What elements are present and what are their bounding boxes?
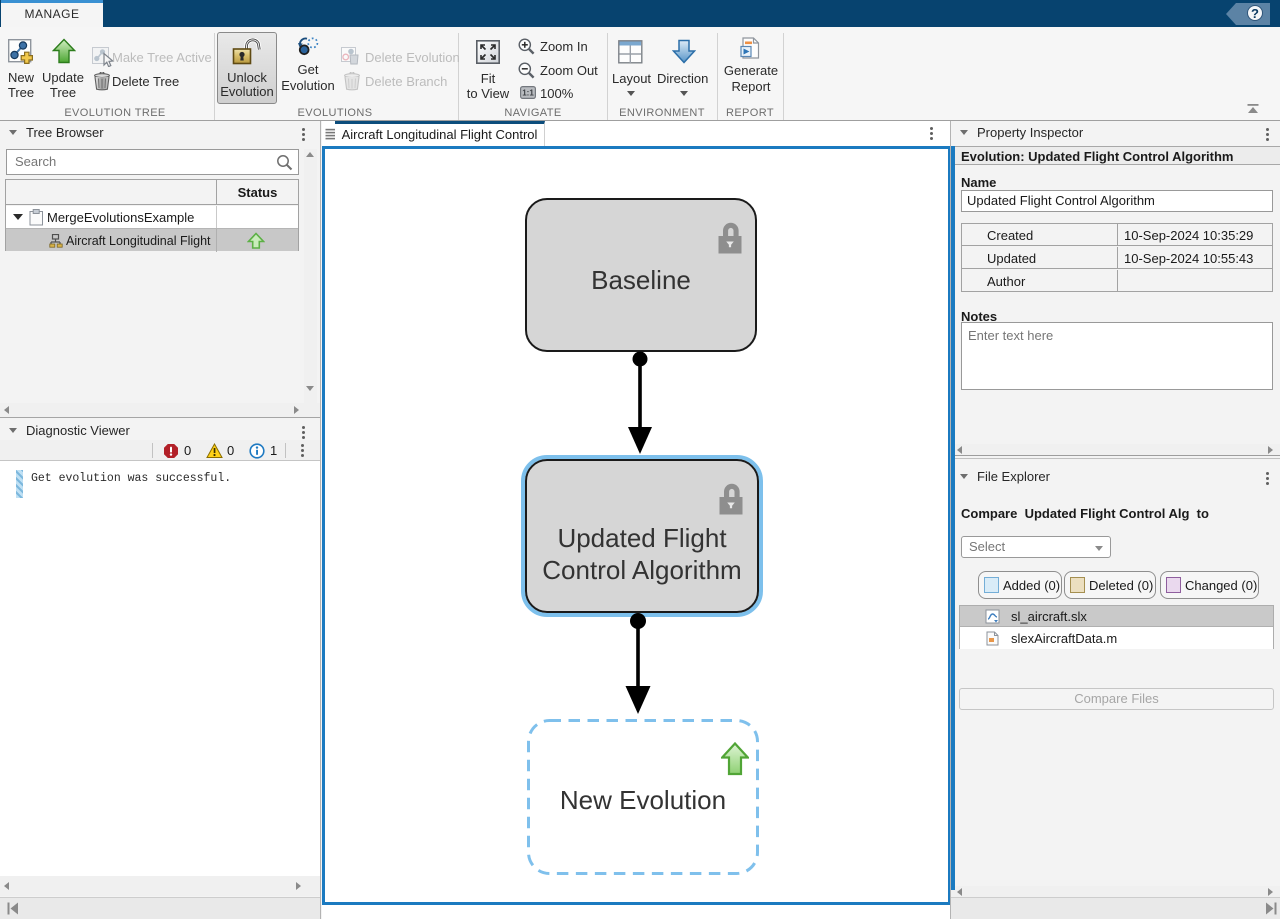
- svg-text:1:1: 1:1: [522, 89, 534, 98]
